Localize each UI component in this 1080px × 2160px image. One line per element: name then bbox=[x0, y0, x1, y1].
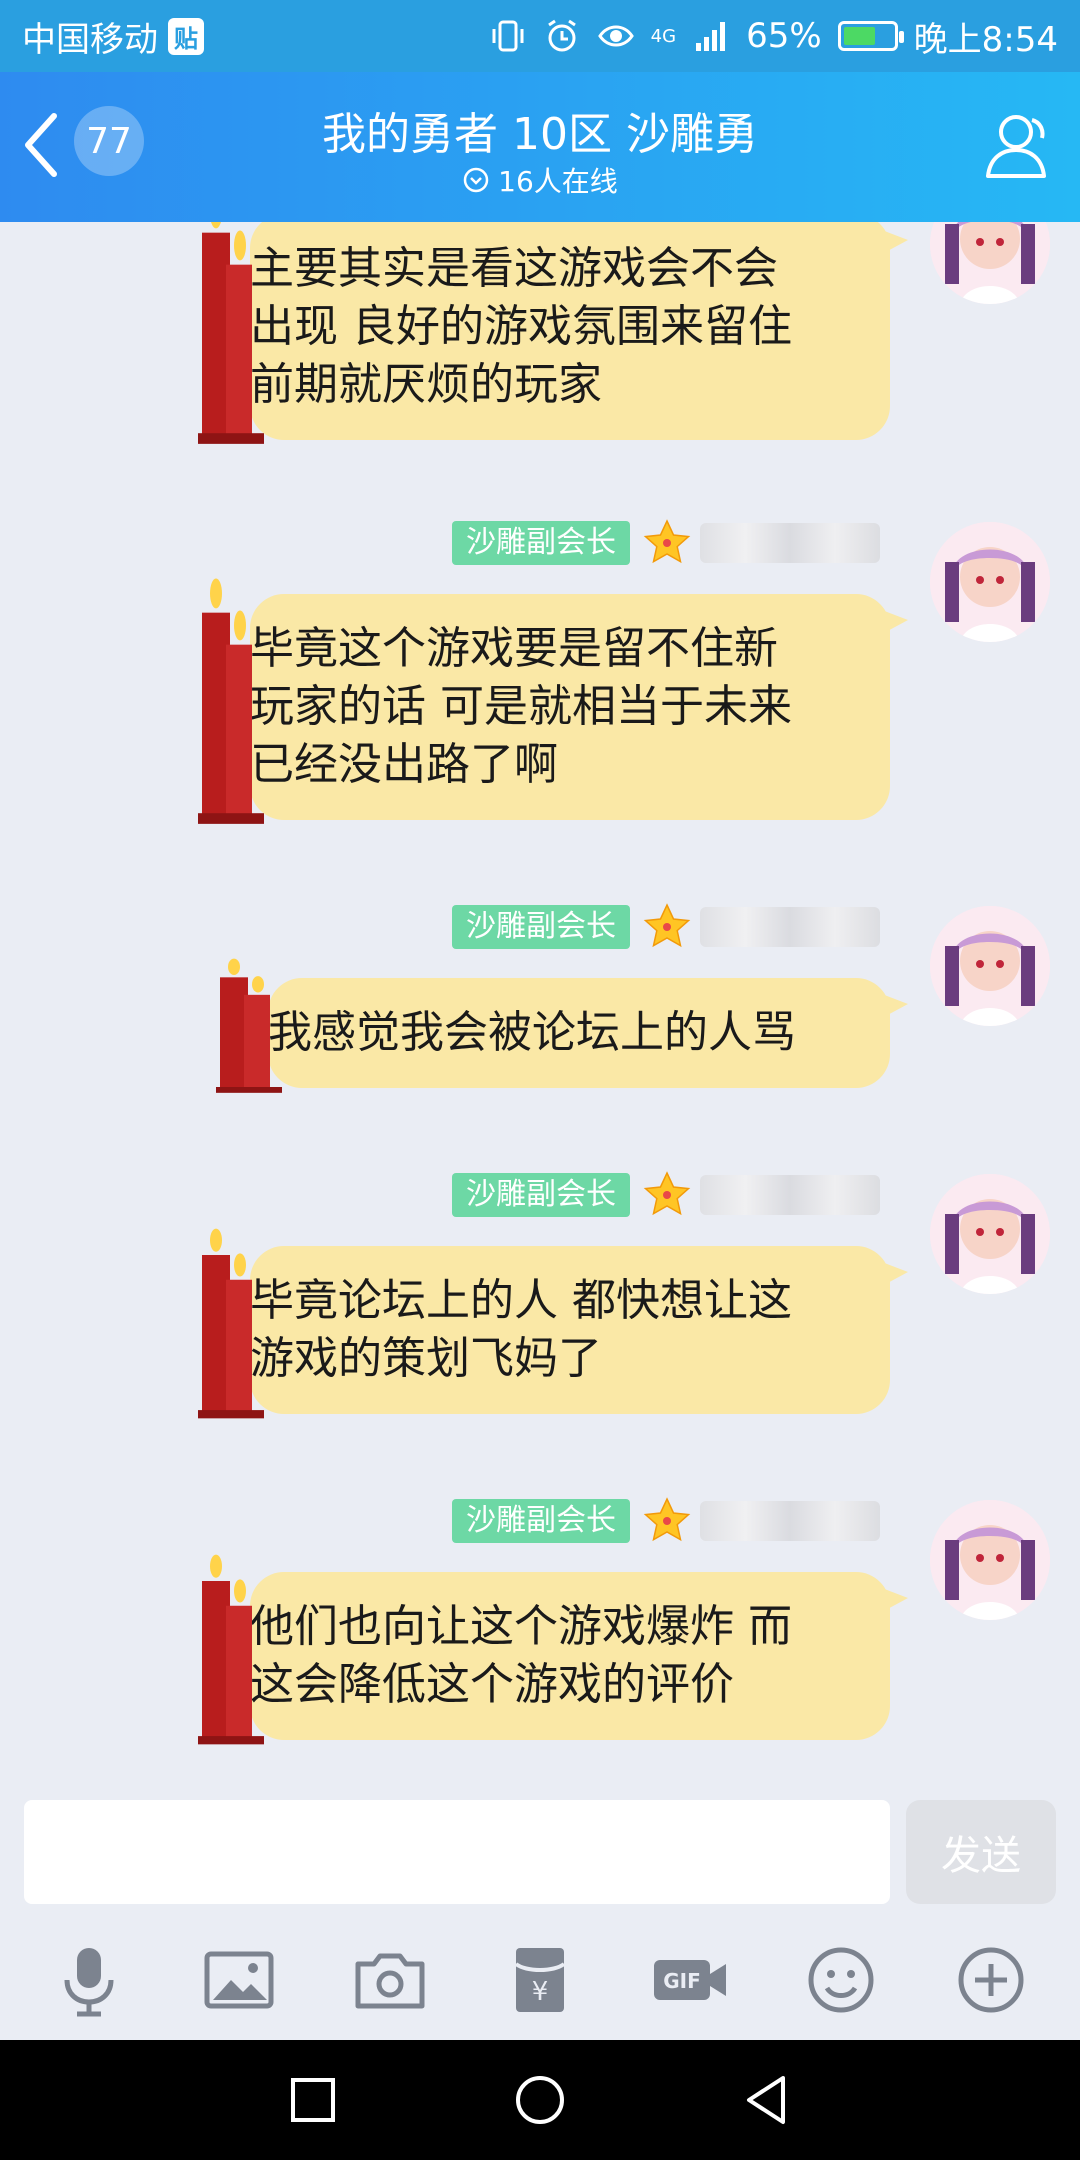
sender-name-blurred bbox=[700, 523, 880, 563]
home-icon[interactable] bbox=[508, 2068, 572, 2132]
message-bubble[interactable]: 毕竟这个游戏要是留不住新 玩家的话 可是就相当于未来 已经没出路了啊 bbox=[198, 578, 908, 824]
star-icon bbox=[643, 1171, 691, 1216]
message-text: 我感觉我会被论坛上的人骂 bbox=[268, 1007, 796, 1058]
candle-icon bbox=[198, 1554, 264, 1745]
role-tag: 沙雕副会长 bbox=[452, 1499, 630, 1543]
composer: 发送 bbox=[0, 1800, 1080, 1910]
carrier-name: 中国移动 bbox=[22, 19, 158, 60]
tieba-icon: 贴 bbox=[168, 17, 204, 55]
role-tag: 沙雕副会长 bbox=[452, 1173, 630, 1217]
message-bubble[interactable]: 我感觉我会被论坛上的人骂 bbox=[216, 958, 908, 1093]
star-icon bbox=[643, 519, 691, 564]
candle-icon bbox=[198, 222, 264, 444]
carrier: 中国移动 贴 bbox=[22, 12, 204, 61]
sender-name-blurred bbox=[700, 1175, 880, 1215]
star-icon bbox=[643, 1497, 691, 1542]
avatar[interactable] bbox=[930, 1500, 1050, 1620]
status-bar: 中国移动 贴 4G 65% 晚上8:54 bbox=[0, 0, 1080, 72]
online-count-label: 16人在线 bbox=[498, 165, 618, 198]
message-list[interactable]: 主要其实是看这游戏会不会 出现 良好的游戏氛围来留住 前期就厌烦的玩家 沙雕副会… bbox=[0, 222, 1080, 1800]
sender-name-blurred bbox=[700, 1501, 880, 1541]
avatar[interactable] bbox=[930, 1174, 1050, 1294]
camera-icon[interactable] bbox=[350, 1940, 430, 2020]
sender-name-blurred bbox=[700, 907, 880, 947]
star-icon bbox=[643, 903, 691, 948]
system-nav-bar bbox=[0, 2040, 1080, 2160]
sender-row: 沙雕副会长 bbox=[452, 902, 880, 952]
message-text: 他们也向让这个游戏爆炸 而 这会降低这个游戏的评价 bbox=[250, 1601, 792, 1710]
plus-icon[interactable] bbox=[951, 1940, 1031, 2020]
signal-icon bbox=[696, 22, 726, 51]
back-icon[interactable] bbox=[735, 2068, 799, 2132]
message-text: 毕竟论坛上的人 都快想让这 游戏的策划飞妈了 bbox=[250, 1275, 792, 1384]
alarm-icon bbox=[547, 19, 576, 52]
group-members-icon[interactable] bbox=[976, 110, 1054, 180]
emoji-icon[interactable] bbox=[801, 1940, 881, 2020]
battery-percent: 65% bbox=[746, 16, 822, 56]
avatar[interactable] bbox=[930, 522, 1050, 642]
candle-icon bbox=[198, 1228, 264, 1419]
role-tag: 沙雕副会长 bbox=[452, 905, 630, 949]
chat-header: 77 我的勇者 10区 沙雕勇 16人在线 bbox=[0, 72, 1080, 222]
message-text: 毕竟这个游戏要是留不住新 玩家的话 可是就相当于未来 已经没出路了啊 bbox=[250, 623, 792, 790]
online-count[interactable]: 16人在线 bbox=[0, 160, 1080, 200]
role-tag: 沙雕副会长 bbox=[452, 521, 630, 565]
image-icon[interactable] bbox=[199, 1940, 279, 2020]
group-title: 我的勇者 10区 沙雕勇 bbox=[322, 109, 758, 160]
sender-row: 沙雕副会长 bbox=[452, 1170, 880, 1220]
message-bubble[interactable]: 他们也向让这个游戏爆炸 而 这会降低这个游戏的评价 bbox=[198, 1554, 908, 1745]
battery-icon bbox=[837, 21, 904, 51]
sender-row: 沙雕副会长 bbox=[452, 518, 880, 568]
vibrate-icon bbox=[492, 20, 524, 52]
message-text: 主要其实是看这游戏会不会 出现 良好的游戏氛围来留住 前期就厌烦的玩家 bbox=[250, 243, 792, 410]
gif-icon[interactable]: GIF bbox=[650, 1940, 730, 2020]
svg-text:¥: ¥ bbox=[532, 1977, 549, 2007]
eye-icon bbox=[597, 25, 634, 47]
microphone-icon[interactable] bbox=[49, 1940, 129, 2020]
recents-icon[interactable] bbox=[281, 2068, 345, 2132]
svg-text:GIF: GIF bbox=[664, 1969, 702, 1993]
red-packet-icon[interactable]: ¥ bbox=[500, 1940, 580, 2020]
avatar[interactable] bbox=[930, 222, 1050, 304]
chat-screen: 中国移动 贴 4G 65% 晚上8:54 77 我的勇者 10区 沙雕勇 16人… bbox=[0, 0, 1080, 2160]
message-input[interactable] bbox=[24, 1800, 890, 1904]
send-button[interactable]: 发送 bbox=[906, 1800, 1056, 1904]
candle-icon bbox=[216, 958, 282, 1093]
avatar[interactable] bbox=[930, 906, 1050, 1026]
network-label: 4G bbox=[650, 25, 677, 47]
chevron-down-circle-icon bbox=[463, 167, 489, 193]
message-bubble[interactable]: 毕竟论坛上的人 都快想让这 游戏的策划飞妈了 bbox=[198, 1228, 908, 1419]
message-bubble[interactable]: 主要其实是看这游戏会不会 出现 良好的游戏氛围来留住 前期就厌烦的玩家 bbox=[198, 222, 908, 444]
sender-row: 沙雕副会长 bbox=[452, 1496, 880, 1546]
clock: 晚上8:54 bbox=[913, 19, 1058, 60]
candle-icon bbox=[198, 578, 264, 824]
composer-toolbar: ¥ GIF bbox=[0, 1920, 1080, 2040]
